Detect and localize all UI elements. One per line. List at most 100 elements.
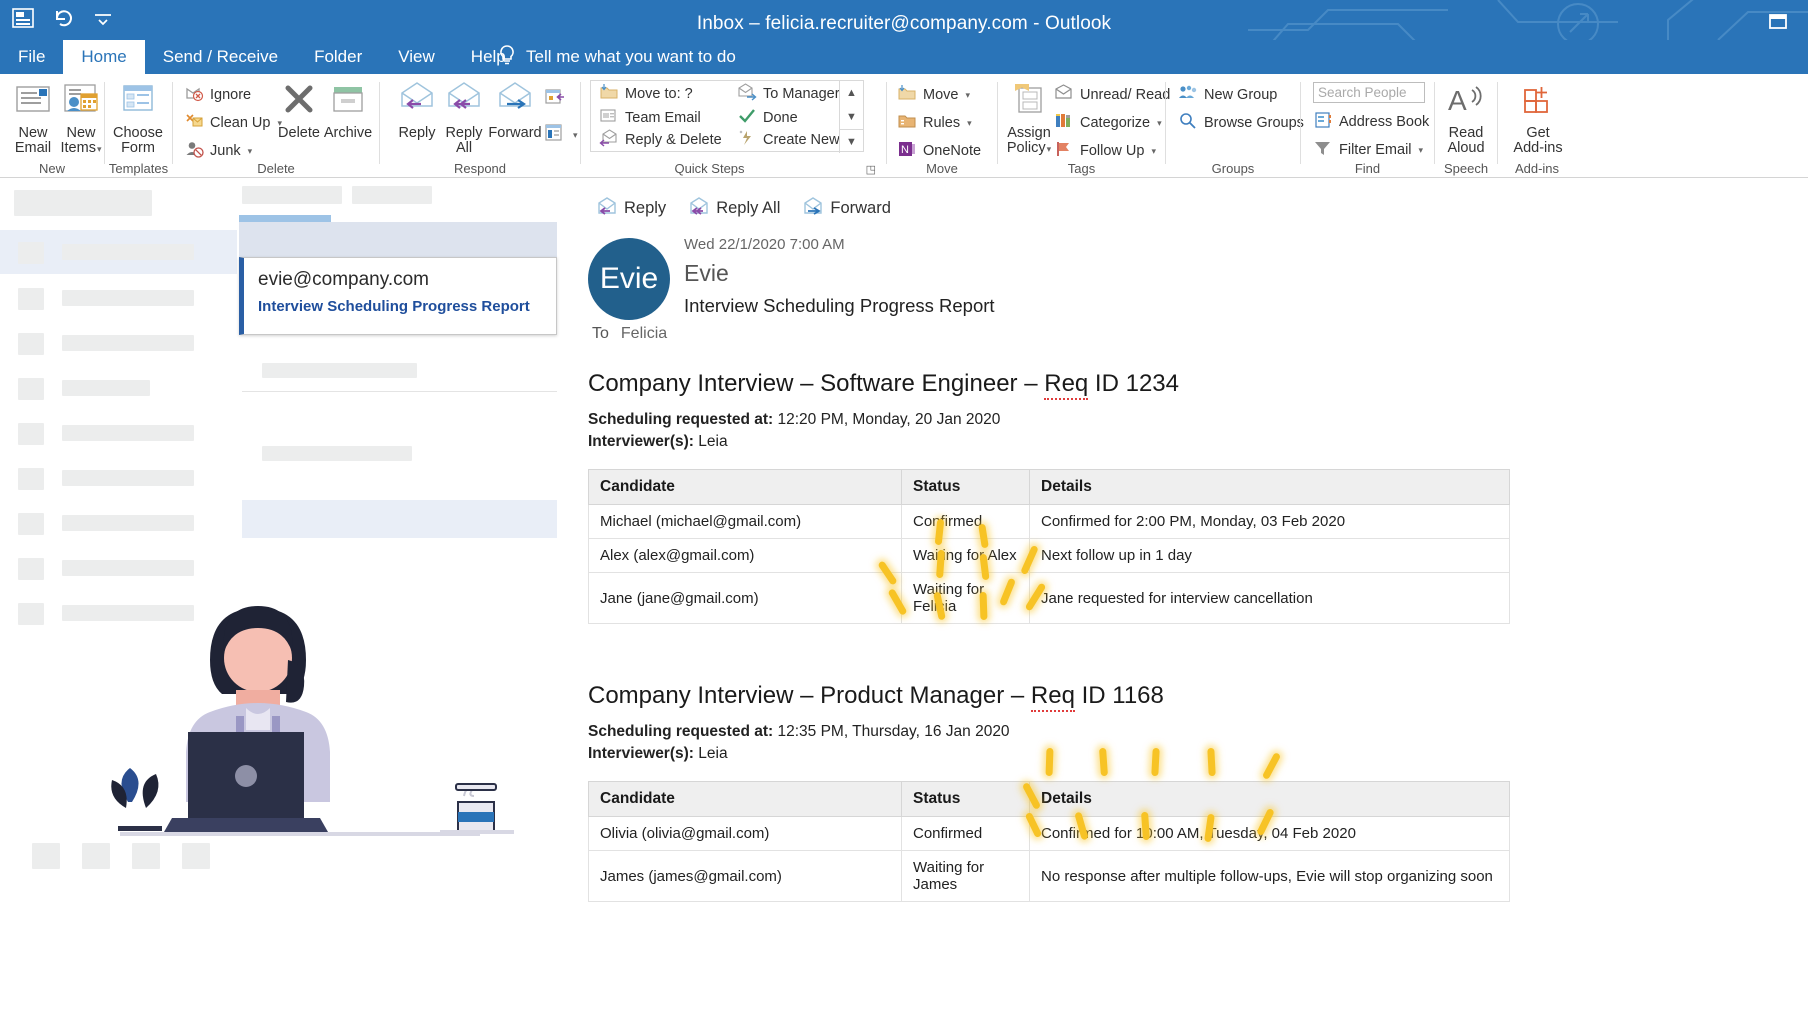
address-book-icon	[1313, 111, 1333, 133]
table-row: James (james@gmail.com) Waiting for Jame…	[589, 851, 1510, 902]
quick-step-to-manager-label: To Manager	[763, 86, 840, 102]
section-1-interviewer-value: Leia	[694, 433, 728, 450]
quick-step-move-to-label: Move to: ?	[625, 86, 693, 102]
folder-placeholder	[18, 378, 44, 400]
chevron-down-icon[interactable]: ▾	[573, 130, 578, 141]
quick-step-team-email-label: Team Email	[625, 110, 701, 126]
follow-up-button[interactable]: Follow Up ▾	[1054, 140, 1156, 162]
cell-candidate: James (james@gmail.com)	[589, 851, 902, 902]
cell-details: Jane requested for interview cancellatio…	[1030, 573, 1510, 624]
scroll-down-icon[interactable]: ▼	[840, 105, 863, 129]
chevron-down-icon[interactable]: ▾	[965, 90, 970, 101]
cell-status: Waiting for James	[902, 851, 1030, 902]
follow-up-label: Follow Up	[1080, 143, 1144, 159]
categorize-button[interactable]: Categorize ▾	[1054, 112, 1162, 134]
rules-button[interactable]: Rules ▾	[897, 112, 972, 134]
message-list-item-selected[interactable]: evie@company.com Interview Scheduling Pr…	[239, 257, 557, 335]
new-group-button[interactable]: New Group	[1178, 84, 1277, 106]
tab-file[interactable]: File	[0, 40, 63, 74]
ribbon-group-add-ins: GetAdd-ins Add-ins	[1498, 74, 1576, 178]
quick-step-move-to[interactable]: Move to: ?	[599, 83, 693, 105]
chevron-down-icon[interactable]: ▾	[967, 118, 972, 129]
move-button[interactable]: Move ▾	[897, 84, 970, 106]
table-header-row: Candidate Status Details	[589, 782, 1510, 817]
onenote-button[interactable]: N OneNote	[897, 140, 981, 162]
quick-steps-dialog-launcher[interactable]: ◳	[866, 163, 876, 176]
tab-send-receive[interactable]: Send / Receive	[145, 40, 296, 74]
tab-home[interactable]: Home	[63, 40, 144, 74]
forward-label: Forward	[480, 126, 550, 141]
scroll-up-icon[interactable]: ▲	[840, 81, 863, 105]
chevron-down-icon[interactable]: ▾	[1151, 146, 1156, 157]
column-header-candidate: Candidate	[589, 470, 902, 505]
ignore-button[interactable]: Ignore	[185, 84, 251, 106]
chevron-down-icon[interactable]: ▾	[1419, 145, 1424, 156]
scroll-more-icon[interactable]: ▼	[840, 129, 863, 153]
cell-details: Confirmed for 2:00 PM, Monday, 03 Feb 20…	[1030, 505, 1510, 539]
more-respond-button[interactable]: ▾	[544, 124, 578, 146]
folder-placeholder	[18, 468, 44, 490]
restore-window-icon[interactable]	[1764, 6, 1794, 36]
filter-email-icon	[1313, 139, 1333, 161]
forward-button[interactable]: Forward	[480, 80, 550, 141]
column-header-candidate: Candidate	[589, 782, 902, 817]
junk-button[interactable]: Junk ▾	[185, 140, 252, 162]
folder-placeholder	[62, 470, 194, 486]
clean-up-label: Clean Up	[210, 115, 270, 131]
archive-button[interactable]: Archive	[317, 80, 379, 141]
tell-me-box[interactable]: Tell me what you want to do	[497, 40, 736, 74]
list-item-placeholder[interactable]	[242, 500, 557, 538]
choose-form-button[interactable]: ChooseForm	[107, 80, 169, 156]
meeting-button[interactable]	[544, 88, 566, 110]
team-email-icon	[599, 107, 619, 129]
filter-email-button[interactable]: Filter Email ▾	[1313, 139, 1423, 161]
ribbon-group-label-groups: Groups	[1166, 161, 1300, 176]
new-items-button[interactable]: NewItems▾	[50, 80, 112, 157]
forward-action[interactable]: Forward	[802, 196, 891, 221]
tab-view[interactable]: View	[380, 40, 453, 74]
assign-policy-button[interactable]: AssignPolicy▾	[1000, 80, 1058, 157]
address-book-button[interactable]: Address Book	[1313, 111, 1429, 133]
chevron-down-icon[interactable]: ▾	[248, 146, 253, 157]
onenote-label: OneNote	[923, 143, 981, 159]
message-subject: Interview Scheduling Progress Report	[258, 298, 530, 315]
reply-all-action-label: Reply All	[716, 199, 780, 218]
quick-step-create-new[interactable]: Create New	[737, 129, 840, 151]
get-add-ins-line1: Get	[1526, 125, 1549, 141]
folder-placeholder	[62, 335, 194, 351]
categorize-label: Categorize	[1080, 115, 1150, 131]
reply-action[interactable]: Reply	[596, 196, 666, 221]
get-add-ins-button[interactable]: GetAdd-ins	[1504, 80, 1572, 156]
clean-up-icon	[185, 112, 204, 134]
reply-delete-icon	[599, 129, 619, 151]
cell-details: Confirmed for 10:00 AM, Tuesday, 04 Feb …	[1030, 817, 1510, 851]
cell-candidate: Jane (jane@gmail.com)	[589, 573, 902, 624]
section-2-interviewer-value: Leia	[694, 745, 728, 762]
message-list-category-strip	[239, 215, 331, 222]
section-title-1-prefix: Company Interview – Software Engineer –	[588, 370, 1044, 397]
column-header-details: Details	[1030, 470, 1510, 505]
forward-icon	[802, 196, 824, 221]
unread-read-button[interactable]: Unread/ Read	[1054, 84, 1170, 106]
quick-step-reply-delete[interactable]: Reply & Delete	[599, 129, 722, 151]
quick-steps-scrollbar[interactable]: ▲ ▼ ▼	[839, 81, 863, 153]
lightbulb-icon	[497, 44, 517, 71]
ribbon-group-label-quick-steps: Quick Steps	[557, 161, 862, 176]
search-people-input[interactable]: Search People	[1313, 82, 1425, 103]
read-aloud-button[interactable]: A ReadAloud	[1435, 80, 1497, 156]
chevron-down-icon[interactable]: ▾	[1047, 144, 1052, 154]
address-book-label: Address Book	[1339, 114, 1429, 130]
tab-folder[interactable]: Folder	[296, 40, 380, 74]
chevron-down-icon[interactable]: ▾	[97, 144, 102, 154]
browse-groups-button[interactable]: Browse Groups	[1178, 112, 1304, 134]
quick-step-done[interactable]: Done	[737, 107, 798, 129]
quick-steps-gallery[interactable]: Move to: ? To Manager Team Email Done Re…	[590, 80, 864, 152]
quick-step-team-email[interactable]: Team Email	[599, 107, 701, 129]
reply-all-action[interactable]: Reply All	[688, 196, 780, 221]
ribbon-group-label-new: New	[0, 161, 104, 176]
ribbon: NewEmail NewItems▾ New ChooseForm Templa…	[0, 74, 1808, 178]
folder-placeholder	[18, 558, 44, 580]
quick-step-to-manager[interactable]: To Manager	[737, 83, 840, 105]
chevron-down-icon[interactable]: ▾	[1157, 118, 1162, 129]
nav-button-placeholder[interactable]	[32, 843, 60, 869]
